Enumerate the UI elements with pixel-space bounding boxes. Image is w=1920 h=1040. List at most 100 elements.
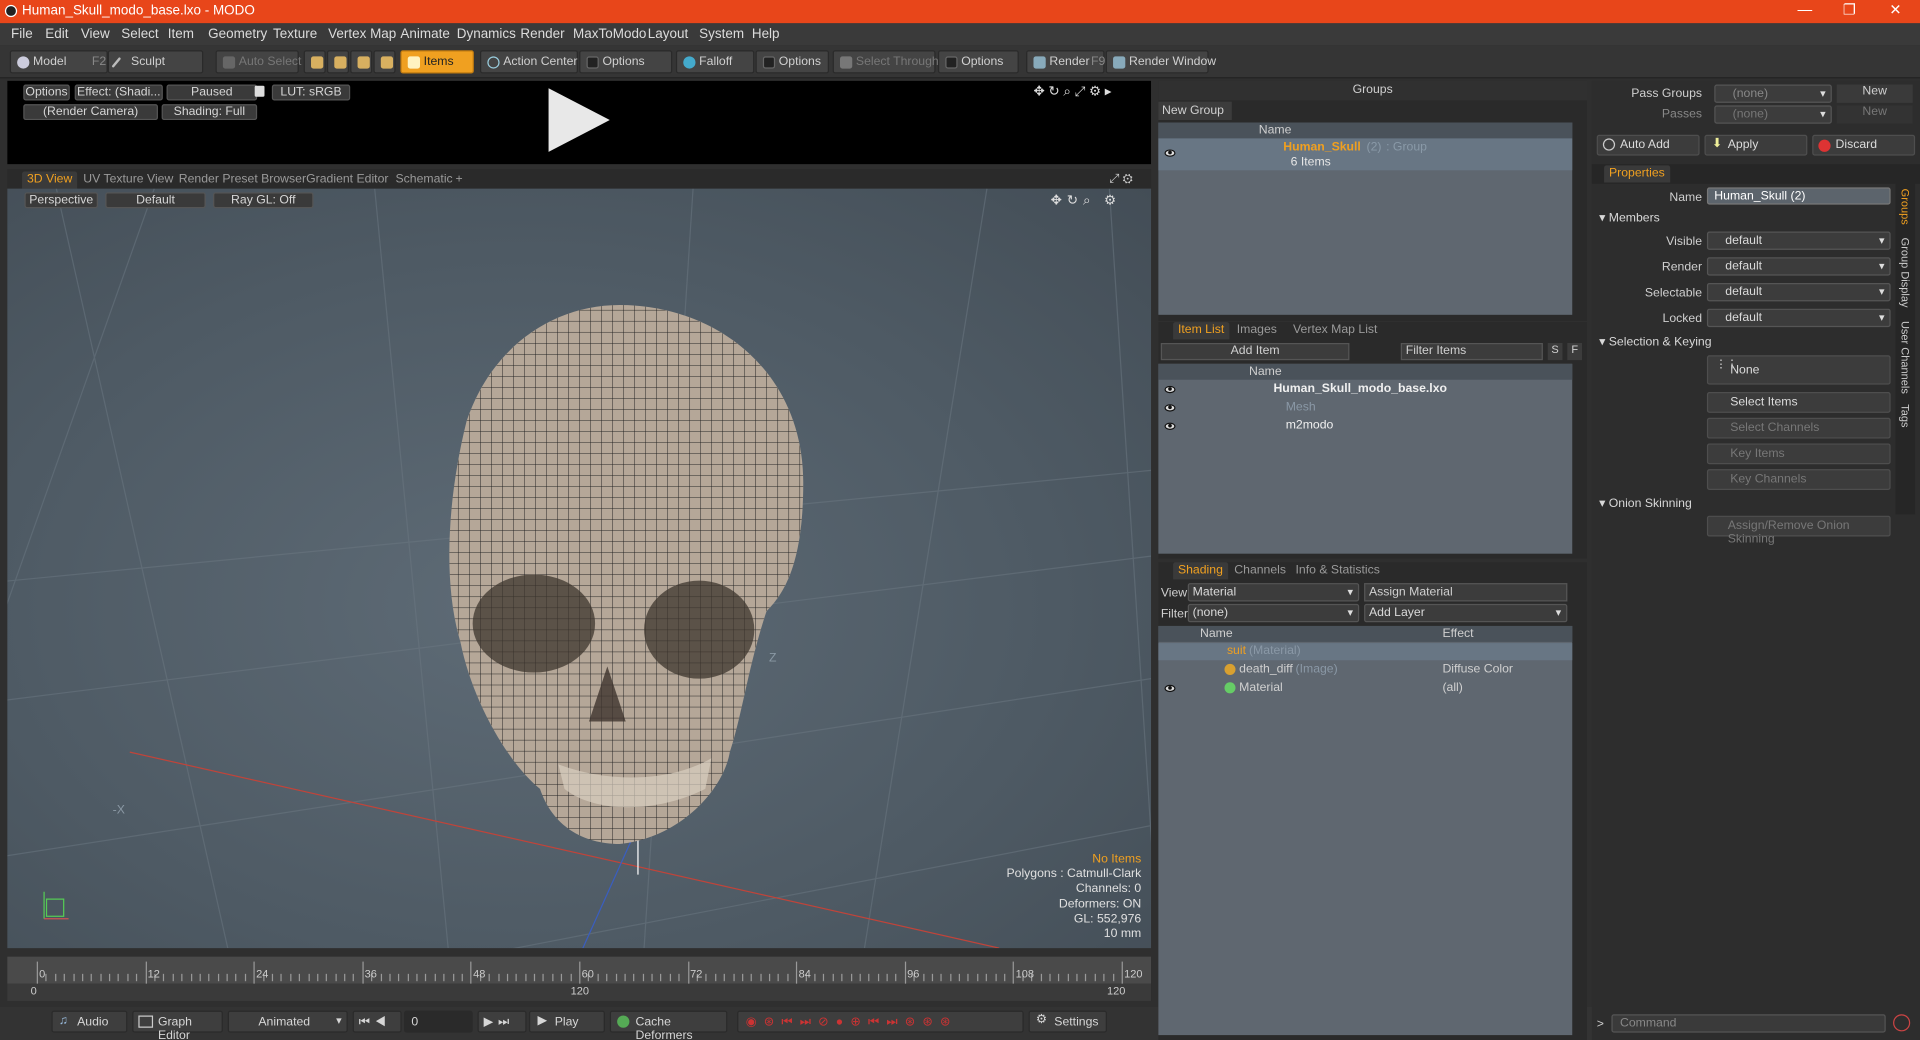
shader-row-death-diff[interactable]: death_diff (Image) Diffuse Color [1158,661,1572,678]
auto-add-button[interactable]: Auto Add [1596,134,1700,156]
discard-button[interactable]: Discard [1812,134,1916,156]
menu-animate[interactable]: Animate [400,27,449,42]
polygons-mode-button[interactable] [350,50,373,74]
new-pass-button[interactable]: New [1836,105,1913,124]
tab-3d-view[interactable]: 3D View [22,171,78,189]
menu-file[interactable]: File [11,27,33,42]
render-dropdown[interactable]: default [1706,257,1891,276]
menu-view[interactable]: View [81,27,110,42]
maximize-button[interactable]: ❐ [1843,1,1856,18]
default-dropdown[interactable]: Default [105,192,206,209]
animated-dropdown[interactable]: Animated ▾ [227,1010,348,1033]
tab-uv-texture-view[interactable]: UV Texture View [78,171,178,188]
graph-editor-button[interactable]: Graph Editor [132,1010,223,1040]
group-row[interactable]: Human_Skull (2) : Group 6 Items [1158,138,1573,171]
key-items-button[interactable]: Key Items [1706,443,1891,465]
paused-button[interactable]: Paused [166,84,258,101]
3d-viewport[interactable]: Z -X Perspective Default Ray GL: Off ✥↻⌕… [7,188,1152,949]
skip-forward-buttons[interactable]: ▶⏭ [477,1010,527,1033]
sculpt-mode-button[interactable]: Sculpt [107,50,204,74]
menu-select[interactable]: Select [121,27,158,42]
menu-item[interactable]: Item [168,27,194,42]
tab-shading[interactable]: Shading [1173,562,1228,580]
render-button[interactable]: Render F9 [1026,50,1105,74]
select-channels-button[interactable]: Select Channels [1706,417,1891,439]
frame-input[interactable]: 0 [404,1010,473,1033]
pass-groups-dropdown[interactable]: (none) [1714,84,1832,103]
visible-dropdown[interactable]: default [1706,231,1891,250]
audio-button[interactable]: ♫ Audio [51,1010,128,1033]
viewport-nav-icons[interactable]: ✥↻⌕ ⚙ [1051,192,1121,209]
key-channels-button[interactable]: Key Channels [1706,469,1891,490]
select-through-options-button[interactable]: Options [937,50,1019,74]
cache-deformers-button[interactable]: Cache Deformers [609,1010,728,1040]
minimize-button[interactable]: — [1798,1,1813,18]
visibility-eye-icon[interactable] [1164,422,1176,430]
preview-nav-icons[interactable]: ✥↻⌕⤢⚙▸ [1033,83,1115,100]
shader-row-suit[interactable]: suit (Material) [1158,643,1573,661]
visibility-eye-icon[interactable] [1164,149,1176,157]
tab-channels[interactable]: Channels [1229,562,1291,579]
falloff-button[interactable]: Falloff [675,50,755,74]
add-item-dropdown[interactable]: Add Item [1160,342,1350,361]
side-tab-group-display[interactable]: Group Display [1899,238,1911,308]
raygl-dropdown[interactable]: Ray GL: Off [213,192,314,209]
view-dropdown[interactable]: Material [1187,583,1360,602]
onion-skinning-section[interactable]: ▾ Onion Skinning [1599,497,1692,510]
lock-icon[interactable] [254,85,265,97]
skull-mesh[interactable] [436,299,816,850]
selectable-dropdown[interactable]: default [1706,282,1891,302]
visibility-eye-icon[interactable] [1164,404,1176,412]
assign-onion-skinning-button[interactable]: Assign/Remove Onion Skinning [1706,515,1891,546]
play-button[interactable]: ▶ Play [528,1010,605,1033]
tab-item-list[interactable]: Item List [1173,322,1230,340]
shading-dropdown[interactable]: Shading: Full [161,104,258,121]
s-button[interactable]: S [1547,342,1563,361]
name-input[interactable]: Human_Skull (2) [1706,187,1891,205]
skip-back-buttons[interactable]: ⏮◀ [352,1010,402,1033]
lut-dropdown[interactable]: LUT: sRGB [271,84,351,101]
new-pass-group-button[interactable]: New [1836,84,1913,103]
tab-info-statistics[interactable]: Info & Statistics [1291,562,1385,579]
locked-dropdown[interactable]: default [1706,308,1891,328]
selection-keying-section[interactable]: ▾ Selection & Keying [1599,336,1711,349]
viewport-expand-icon[interactable]: ⤢ ⚙ [1104,171,1137,188]
tab-properties[interactable]: Properties [1604,165,1670,183]
f-button[interactable]: F [1567,342,1583,361]
tab-gradient-editor[interactable]: Gradient Editor [301,171,393,188]
menu-texture[interactable]: Texture [273,27,317,42]
menu-layout[interactable]: Layout [648,27,688,42]
settings-button[interactable]: ⚙ Settings [1028,1010,1107,1033]
menu-dynamics[interactable]: Dynamics [457,27,516,42]
item-row-scene[interactable]: Human_Skull_modo_base.lxo [1158,381,1572,398]
item-row-m2modo[interactable]: m2modo [1158,418,1572,435]
camera-dropdown[interactable]: (Render Camera) [23,104,158,121]
menu-maxtomodo[interactable]: MaxToModo [573,27,646,42]
effect-dropdown[interactable]: Effect: (Shadi... [74,84,163,101]
items-mode-button[interactable]: Items [400,50,474,74]
tab-render-preset-browser[interactable]: Render Preset Browser [174,171,311,188]
add-tab-button[interactable]: + [451,171,468,188]
action-center-options-button[interactable]: Options [579,50,673,74]
materials-mode-button[interactable] [373,50,396,74]
add-layer-dropdown[interactable]: Add Layer [1364,603,1568,623]
apply-button[interactable]: ⬇ Apply [1704,134,1808,156]
menu-edit[interactable]: Edit [45,27,68,42]
edges-mode-button[interactable] [326,50,349,74]
select-through-button[interactable]: Select Through [832,50,939,74]
side-tab-user-channels[interactable]: User Channels [1899,321,1911,394]
auto-select-button[interactable]: Auto Select [215,50,301,74]
timeline[interactable]: 0 12 24 36 48 60 72 84 96 108 120 0 120 120 [7,956,1152,1001]
command-input[interactable]: Command [1611,1014,1886,1033]
members-section[interactable]: ▾ Members [1599,212,1660,225]
menu-vertex-map[interactable]: Vertex Map [328,27,396,42]
shader-row-material[interactable]: Material (all) [1158,680,1572,697]
side-tab-tags[interactable]: Tags [1899,404,1911,427]
action-center-button[interactable]: Action Center [480,50,578,74]
menu-help[interactable]: Help [752,27,780,42]
side-tab-groups[interactable]: Groups [1899,189,1911,225]
visibility-eye-icon[interactable] [1164,385,1176,394]
item-row-mesh[interactable]: Mesh [1158,399,1572,416]
passes-dropdown[interactable]: (none) [1714,105,1832,124]
tab-images[interactable]: Images [1232,322,1282,339]
